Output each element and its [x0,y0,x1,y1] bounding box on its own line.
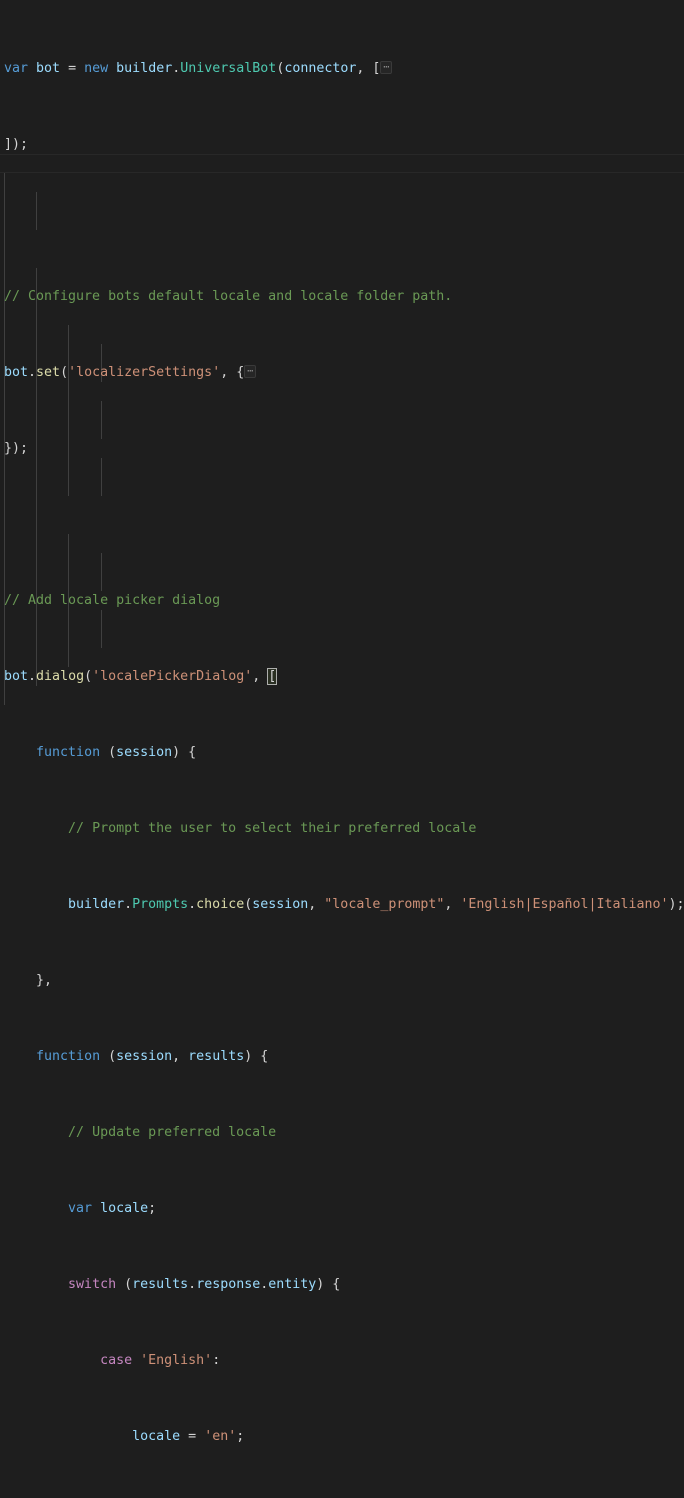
code-line[interactable]: // Configure bots default locale and loc… [4,287,684,306]
code-line[interactable]: }, [4,971,684,990]
code-line[interactable]: function (session, results) { [4,1047,684,1066]
code-line[interactable]: ]); [4,135,684,154]
code-line[interactable]: var bot = new builder.UniversalBot(conne… [4,59,684,78]
code-line[interactable] [4,515,684,534]
fold-marker-icon[interactable]: ⋯ [244,364,257,378]
code-line[interactable]: switch (results.response.entity) { [4,1275,684,1294]
code-line[interactable]: locale = 'en'; [4,1427,684,1446]
code-line[interactable]: case 'English': [4,1351,684,1370]
code-line[interactable]: // Add locale picker dialog [4,591,684,610]
code-line[interactable]: }); [4,439,684,458]
code-line[interactable]: // Prompt the user to select their prefe… [4,819,684,838]
code-content[interactable]: var bot = new builder.UniversalBot(conne… [0,2,684,1498]
code-line-active[interactable]: bot.dialog('localePickerDialog', [ [4,667,684,686]
code-line[interactable]: var locale; [4,1199,684,1218]
code-line[interactable]: builder.Prompts.choice(session, "locale_… [4,895,684,914]
text-cursor: [ [267,668,278,685]
code-line[interactable]: function (session) { [4,743,684,762]
fold-marker-icon[interactable]: ⋯ [380,60,393,74]
code-line[interactable] [4,211,684,230]
code-line[interactable]: bot.set('localizerSettings', {⋯ [4,363,684,382]
code-line[interactable]: // Update preferred locale [4,1123,684,1142]
code-editor[interactable]: var bot = new builder.UniversalBot(conne… [0,0,684,1444]
